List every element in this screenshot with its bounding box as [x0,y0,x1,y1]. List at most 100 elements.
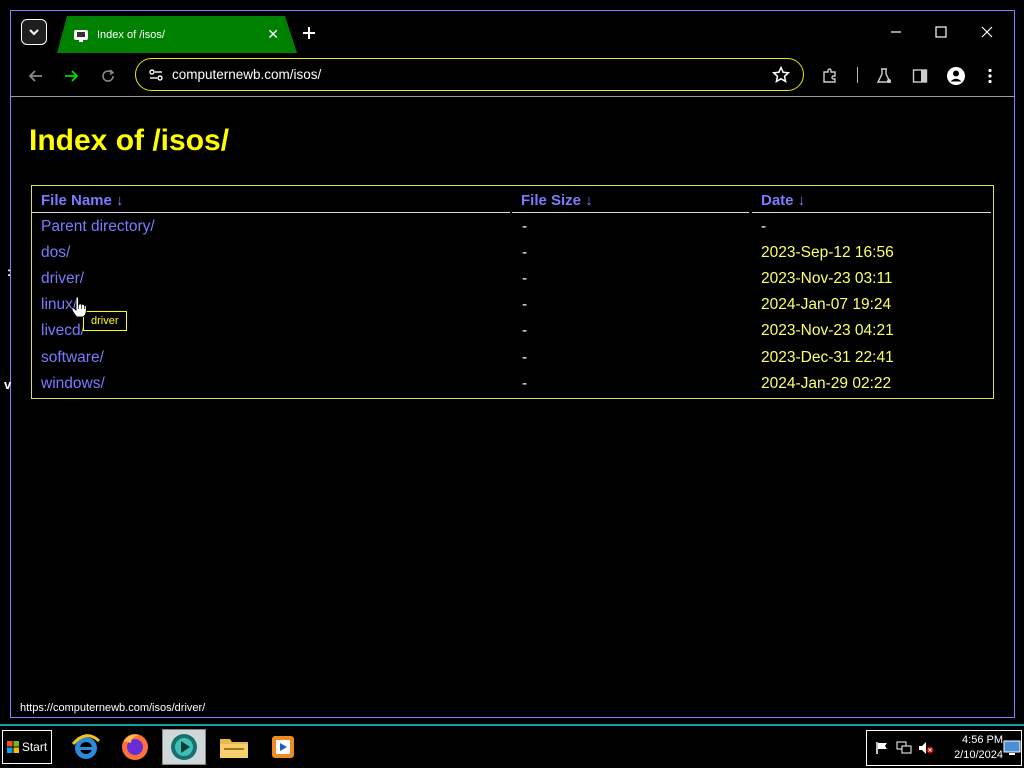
taskbar: Start 4:56 PM 2/10/2024 [0,724,1024,768]
arrow-left-icon [28,70,42,82]
extensions-button[interactable] [817,63,843,89]
page-content: Index of /isos/ File Name ↓ File Size ↓ … [11,98,1014,717]
new-tab-button[interactable] [297,21,321,45]
file-size: - [522,322,528,339]
file-size: - [522,218,528,235]
status-url-bubble: https://computernewb.com/isos/driver/ [15,700,211,716]
file-link-driver[interactable]: driver/ [41,270,84,288]
column-header-date: Date ↓ [752,186,991,213]
bookmark-star-icon[interactable] [771,65,791,85]
file-size: - [522,244,528,261]
browser-window: Index of /isos/ ✕ computernewb.com/isos/… [10,10,1015,718]
file-link-windows[interactable]: windows/ [41,375,105,393]
media-player-icon [272,736,294,758]
start-label: Start [21,740,48,754]
minimize-icon [891,31,901,33]
close-window-button[interactable] [972,19,1002,45]
taskbar-clock[interactable]: 4:56 PM 2/10/2024 [943,733,1003,763]
file-date: - [761,218,767,235]
close-icon [981,26,993,38]
back-button[interactable] [23,63,49,89]
hand-cursor-icon [71,296,87,318]
file-listing-table: File Name ↓ File Size ↓ Date ↓ Parent di… [31,185,994,399]
minimize-button[interactable] [881,19,911,45]
table-row: windows/ - 2024-Jan-29 02:22 [32,375,993,401]
reload-icon [102,69,115,82]
maximize-button[interactable] [926,19,956,45]
file-link-dos[interactable]: dos/ [41,244,70,262]
volume-muted-icon[interactable] [915,737,937,759]
flask-icon [876,68,892,83]
file-date: 2024-Jan-07 19:24 [761,296,892,313]
sort-by-size-link[interactable]: File Size ↓ [521,192,593,209]
file-date: 2023-Dec-31 22:41 [761,349,894,366]
kebab-menu-icon [988,68,992,84]
favicon-icon [73,27,89,43]
taskbar-app-firefox[interactable] [113,729,157,765]
windows-flag-icon [6,741,19,753]
tab-title: Index of /isos/ [97,28,165,41]
browser-toolbar: computernewb.com/isos/ [11,53,1014,97]
site-settings-icon[interactable] [146,65,166,85]
column-header-size: File Size ↓ [512,186,749,213]
file-date: 2024-Jan-29 02:22 [761,375,892,392]
table-row: software/ - 2023-Dec-31 22:41 [32,349,993,375]
clock-date: 2/10/2024 [954,749,1003,761]
file-date: 2023-Nov-23 04:21 [761,322,894,339]
taskbar-app-media-player[interactable] [261,729,305,765]
file-link-software[interactable]: software/ [41,349,104,367]
system-tray: 4:56 PM 2/10/2024 [866,730,1022,766]
avatar-icon [947,67,965,85]
taskbar-app-file-explorer[interactable] [212,729,256,765]
file-size: - [522,375,528,392]
chevron-down-icon [29,29,39,36]
table-row: Parent directory/ - - [32,218,993,244]
sort-by-name-link[interactable]: File Name ↓ [41,192,124,209]
reload-button[interactable] [95,63,121,89]
plus-icon [303,27,315,39]
labs-button[interactable] [871,63,897,89]
column-header-name: File Name ↓ [32,186,510,213]
internet-explorer-icon [71,734,101,759]
table-row: driver/ - 2023-Nov-23 03:11 [32,270,993,296]
file-date: 2023-Nov-23 03:11 [761,270,893,287]
page-title: Index of /isos/ [29,124,230,157]
tab-close-icon[interactable]: ✕ [267,27,279,43]
firefox-icon [122,734,148,760]
show-desktop-icon[interactable] [1001,737,1023,759]
side-panel-button[interactable] [907,63,933,89]
start-button[interactable]: Start [2,730,52,764]
folder-icon [220,739,248,758]
tab-active[interactable]: Index of /isos/ ✕ [57,16,297,53]
puzzle-icon [823,68,836,83]
file-size: - [522,349,528,366]
address-url[interactable]: computernewb.com/isos/ [172,67,771,82]
file-link-livecd[interactable]: livecd/ [41,322,85,340]
menu-button[interactable] [977,63,1003,89]
table-row: dos/ - 2023-Sep-12 16:56 [32,244,993,270]
link-tooltip: driver [83,311,127,331]
side-panel-icon [912,69,928,83]
maximize-icon [935,26,947,38]
file-link-parent[interactable]: Parent directory/ [41,218,155,236]
clock-time: 4:56 PM [962,734,1003,746]
table-row: linux/ - 2024-Jan-07 19:24 [32,296,993,322]
sort-by-date-link[interactable]: Date ↓ [761,192,805,209]
tab-strip: Index of /isos/ ✕ [11,11,1014,53]
action-center-flag-icon[interactable] [871,737,893,759]
forward-button[interactable] [58,63,84,89]
address-bar[interactable]: computernewb.com/isos/ [135,58,804,91]
taskbar-app-media-center[interactable] [162,729,206,765]
file-size: - [522,270,528,287]
desktop-fragment: v [4,377,12,392]
network-icon[interactable] [893,737,915,759]
taskbar-app-internet-explorer[interactable] [64,729,108,765]
media-center-icon [171,734,197,760]
file-date: 2023-Sep-12 16:56 [761,244,894,261]
profile-button[interactable] [943,63,969,89]
desktop-fragment: : [7,264,12,279]
toolbar-divider [857,67,858,83]
arrow-right-icon [65,70,79,82]
tab-search-button[interactable] [21,19,47,45]
table-row: livecd/ - 2023-Nov-23 04:21 [32,322,993,348]
